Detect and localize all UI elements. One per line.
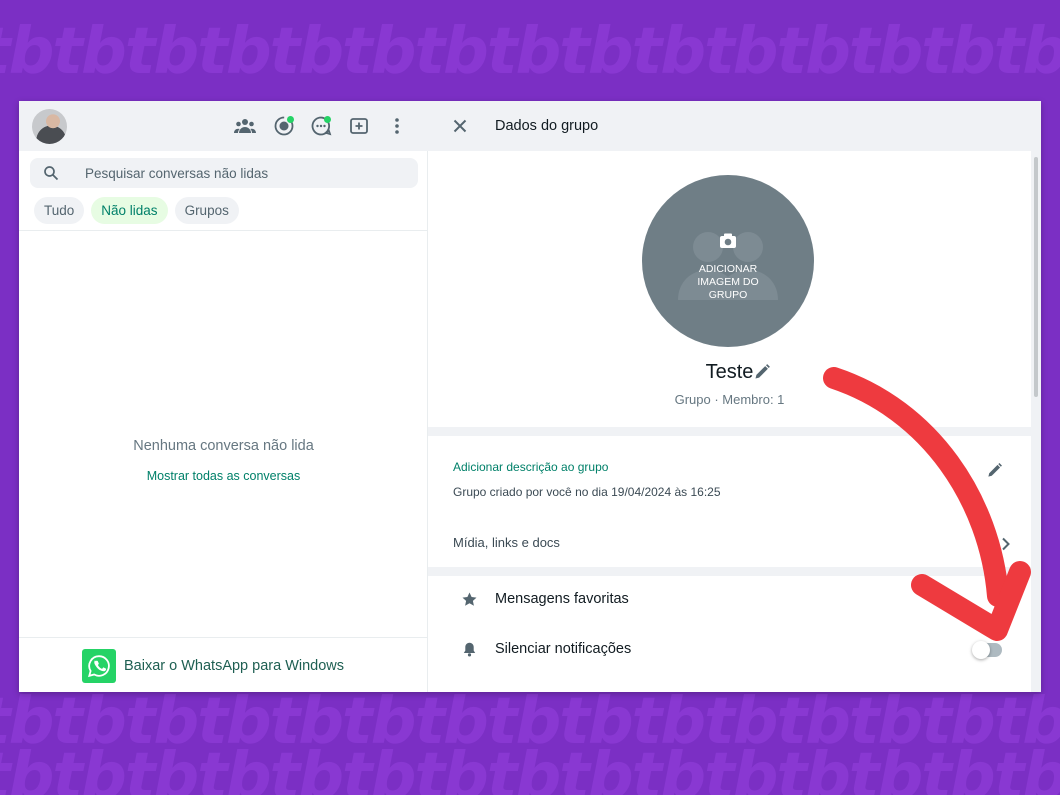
search-bar[interactable]	[30, 158, 418, 188]
search-input[interactable]	[85, 158, 405, 188]
edit-name-pencil-icon[interactable]	[753, 363, 771, 381]
empty-state-title: Nenhuma conversa não lida	[133, 438, 314, 454]
channels-icon[interactable]	[309, 114, 333, 138]
group-name: Teste	[705, 361, 754, 383]
filter-groups[interactable]: Grupos	[174, 197, 239, 224]
group-placeholder-icon	[678, 232, 778, 300]
media-links-docs-row[interactable]: Mídia, links e docs 0	[428, 524, 1031, 564]
add-description-link[interactable]: Adicionar descrição ao grupo	[453, 460, 608, 474]
add-group-photo-button[interactable]: ADICIONAR IMAGEM DO GRUPO	[642, 175, 814, 347]
mute-notifications-toggle[interactable]	[972, 641, 1002, 659]
bell-icon	[463, 642, 476, 657]
add-photo-label: ADICIONAR IMAGEM DO GRUPO	[697, 263, 759, 301]
download-label: Baixar o WhatsApp para Windows	[124, 658, 345, 674]
mute-notifications-label: Silenciar notificações	[495, 641, 632, 657]
mute-notifications-row[interactable]: Silenciar notificações	[428, 626, 1031, 674]
chevron-right-icon	[1002, 537, 1010, 551]
group-info-header: Dados do grupo	[428, 101, 1041, 151]
filter-chips: Tudo Não lidas Grupos	[34, 197, 239, 224]
menu-icon[interactable]	[385, 114, 409, 138]
scrollbar-thumb[interactable]	[1034, 157, 1038, 397]
whatsapp-window: Tudo Não lidas Grupos Nenhuma conversa n…	[19, 101, 1041, 692]
toggle-knob	[972, 641, 990, 659]
media-label: Mídia, links e docs	[453, 535, 560, 550]
divider	[19, 230, 428, 231]
star-icon	[462, 592, 477, 606]
chat-list-header	[19, 101, 428, 151]
avatar[interactable]	[32, 109, 67, 144]
scrollbar[interactable]	[1031, 151, 1041, 692]
group-profile-card: ADICIONAR IMAGEM DO GRUPO Teste Grupo · …	[428, 151, 1031, 427]
divider	[19, 637, 428, 638]
background-pattern: tbtbtbtbtbtbtbtbtbtbtbtbtbtbtb	[0, 740, 1060, 795]
group-info-panel: Dados do grupo ADICIONAR IMAGEM DO GRUPO…	[428, 101, 1041, 692]
panel-title: Dados do grupo	[495, 118, 599, 134]
group-description-card: Adicionar descrição ao grupo Grupo criad…	[428, 436, 1031, 567]
media-count: 0	[984, 535, 992, 550]
starred-messages-label: Mensagens favoritas	[495, 591, 629, 607]
background-pattern: tbtbtbtbtbtbtbtbtbtbtbtbtbtbtb	[0, 15, 1060, 89]
group-subtitle: Grupo · Membro: 1	[674, 392, 785, 407]
group-options-card: Mensagens favoritas Silenciar notificaçõ…	[428, 576, 1031, 692]
starred-messages-row[interactable]: Mensagens favoritas	[428, 576, 1031, 624]
new-chat-icon[interactable]	[347, 114, 371, 138]
filter-all[interactable]: Tudo	[34, 197, 85, 224]
status-icon[interactable]	[272, 114, 296, 138]
download-windows-button[interactable]: Baixar o WhatsApp para Windows	[82, 649, 344, 683]
search-icon	[44, 166, 59, 181]
filter-unread[interactable]: Não lidas	[91, 197, 168, 224]
edit-description-pencil-icon[interactable]	[986, 462, 1003, 479]
show-all-chats-link[interactable]: Mostrar todas as conversas	[19, 469, 428, 483]
close-icon[interactable]	[450, 116, 470, 136]
whatsapp-logo-icon	[82, 649, 116, 683]
chat-list-panel: Tudo Não lidas Grupos Nenhuma conversa n…	[19, 101, 428, 692]
group-created-info: Grupo criado por você no dia 19/04/2024 …	[453, 485, 721, 499]
communities-icon[interactable]	[233, 114, 257, 138]
